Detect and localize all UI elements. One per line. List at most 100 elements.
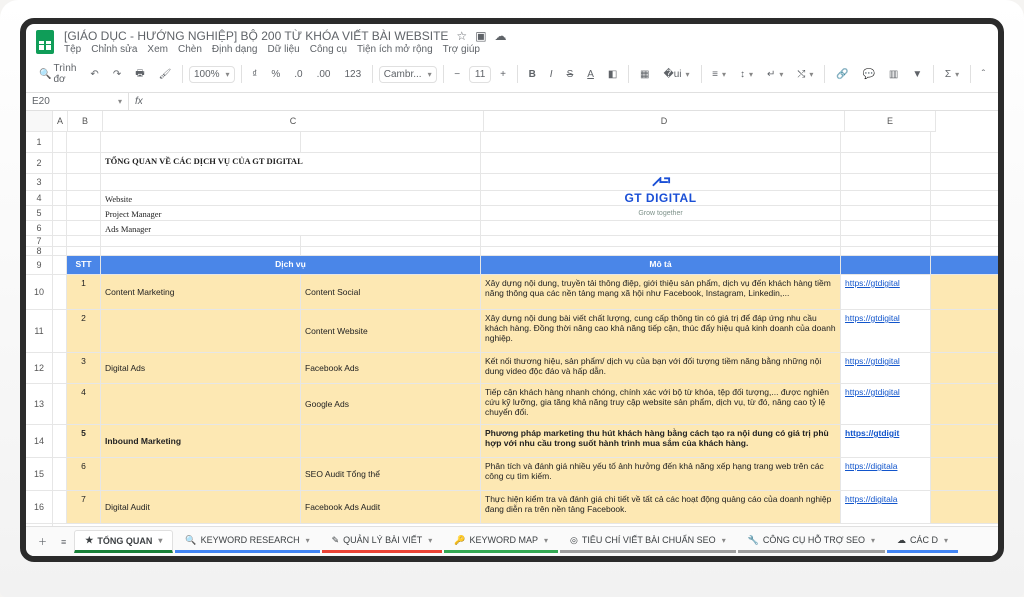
sheet-tab[interactable]: ✎QUẢN LÝ BÀI VIẾT▾ xyxy=(322,530,443,553)
tab-icon: 🔧 xyxy=(748,535,759,546)
number-format-button[interactable]: 123 xyxy=(339,66,366,83)
tab-menu-caret[interactable]: ▾ xyxy=(544,536,548,545)
move-folder-icon[interactable]: ▣ xyxy=(475,29,486,43)
italic-button[interactable]: I xyxy=(545,66,558,83)
cell-link[interactable]: https://digitala xyxy=(845,461,897,471)
tab-menu-caret[interactable]: ▾ xyxy=(428,536,432,545)
table-row[interactable]: 5Inbound MarketingPhương pháp marketing … xyxy=(53,425,998,458)
add-sheet-button[interactable]: ＋ xyxy=(32,531,53,552)
sheet-tab[interactable]: ◎TIÊU CHÍ VIẾT BÀI CHUẨN SEO▾ xyxy=(560,530,736,553)
sheet-tab[interactable]: ★TỔNG QUAN▾ xyxy=(74,530,173,553)
cloud-status-icon[interactable]: ☁ xyxy=(495,29,507,43)
menu-extensions[interactable]: Tiện ích mở rộng xyxy=(357,44,433,55)
page-title: TỔNG QUAN VỀ CÁC DỊCH VỤ CỦA GT DIGITAL xyxy=(101,153,481,173)
cell-desc: Phương pháp marketing thu hút khách hàng… xyxy=(481,425,841,457)
tab-menu-caret[interactable]: ▾ xyxy=(158,536,162,545)
sheet-tab[interactable]: 🔧CÔNG CỤ HỖ TRỢ SEO▾ xyxy=(738,530,885,553)
menu-view[interactable]: Xem xyxy=(147,44,168,55)
tab-menu-caret[interactable]: ▾ xyxy=(722,536,726,545)
cell-desc: Phân tích và đánh giá nhiều yếu tố ảnh h… xyxy=(481,458,841,490)
tab-menu-caret[interactable]: ▾ xyxy=(306,536,310,545)
table-row[interactable]: 3Digital AdsFacebook AdsKết nối thương h… xyxy=(53,353,998,384)
tab-icon: 🔑 xyxy=(454,535,465,546)
sheet-tab[interactable]: 🔍 KEYWORD RESEARCH ▾ xyxy=(175,530,319,553)
menu-help[interactable]: Trợ giúp xyxy=(443,44,480,55)
name-box[interactable]: E20▾ xyxy=(26,93,129,110)
cell-stt: 2 xyxy=(67,310,101,352)
table-row[interactable]: 1Content MarketingContent SocialXây dựng… xyxy=(53,275,998,310)
table-row[interactable]: 2Content WebsiteXây dựng nội dung bài vi… xyxy=(53,310,998,353)
menu-format[interactable]: Định dạng xyxy=(212,44,258,55)
column-headers[interactable]: A B C D E xyxy=(53,111,998,132)
app-icon-sheets[interactable] xyxy=(34,28,56,56)
sheet-tab[interactable]: ☁CÁC D▾ xyxy=(887,530,958,553)
cell-link[interactable]: https://digitala xyxy=(845,494,897,504)
all-sheets-button[interactable]: ≡ xyxy=(55,533,72,551)
decrease-decimal-button[interactable]: .0 xyxy=(289,66,307,83)
cell-link[interactable]: https://gtdigital xyxy=(845,387,900,397)
comment-button[interactable]: 💬 xyxy=(857,66,879,83)
cell-desc: Tiếp cận khách hàng nhanh chóng, chính x… xyxy=(481,384,841,424)
rotate-button[interactable]: ⤭▾ xyxy=(792,66,818,83)
paint-format-button[interactable]: 🖌 xyxy=(154,66,177,83)
strike-button[interactable]: S xyxy=(562,66,579,83)
cell-link[interactable]: https://gtdigital xyxy=(845,356,900,366)
halign-button[interactable]: ≡▾ xyxy=(707,66,731,83)
filter-button[interactable]: ▼ xyxy=(907,66,927,83)
doc-title[interactable]: [GIÁO DỤC - HƯỚNG NGHIỆP] BỘ 200 TỪ KHÓA… xyxy=(64,29,448,43)
search-menu[interactable]: 🔍 Trình đơ xyxy=(34,60,81,88)
select-all-corner[interactable] xyxy=(26,111,52,132)
zoom-select[interactable]: 100% ▾ xyxy=(189,66,235,83)
tab-icon: ★ xyxy=(85,535,93,546)
star-icon[interactable]: ☆ xyxy=(456,29,467,43)
table-row[interactable]: 6SEO Audit Tổng thểPhân tích và đánh giá… xyxy=(53,458,998,491)
tab-icon: 🔍 xyxy=(185,535,196,546)
functions-button[interactable]: Σ ▾ xyxy=(940,66,964,83)
cell-service: Google Ads xyxy=(301,384,481,424)
menu-data[interactable]: Dữ liệu xyxy=(267,44,299,55)
wrap-button[interactable]: ↵▾ xyxy=(762,66,788,83)
merge-button[interactable]: �ui ▾ xyxy=(658,66,694,83)
sheet-tab[interactable]: 🔑KEYWORD MAP▾ xyxy=(444,530,558,553)
font-size[interactable]: 11 xyxy=(469,66,491,83)
currency-button[interactable]: ₫ xyxy=(247,66,262,83)
tab-label: TIÊU CHÍ VIẾT BÀI CHUẨN SEO xyxy=(582,535,716,545)
cell-stt: 6 xyxy=(67,458,101,490)
spreadsheet-grid[interactable]: TỔNG QUAN VỀ CÁC DỊCH VỤ CỦA GT DIGITAL … xyxy=(53,132,998,524)
font-select[interactable]: Cambr... ▾ xyxy=(379,66,437,83)
collapse-toolbar-button[interactable]: ˆ xyxy=(977,66,990,83)
redo-button[interactable]: ↷ xyxy=(108,66,126,83)
tab-menu-caret[interactable]: ▾ xyxy=(944,536,948,545)
chart-button[interactable]: ▥ xyxy=(884,66,903,83)
font-size-plus[interactable]: + xyxy=(495,66,511,83)
cell-desc: Xây dựng nội dung, truyền tải thông điệp… xyxy=(481,275,841,309)
tab-menu-caret[interactable]: ▾ xyxy=(871,536,875,545)
link-button[interactable]: 🔗 xyxy=(831,66,853,83)
tab-label: KEYWORD RESEARCH xyxy=(201,535,300,545)
bold-button[interactable]: B xyxy=(524,66,541,83)
text-color-button[interactable]: A xyxy=(582,66,599,83)
sheet-tabs: ＋ ≡ ★TỔNG QUAN▾🔍KEYWORD RESEARCH▾✎QUẢN L… xyxy=(26,526,998,556)
cell-service xyxy=(301,425,481,457)
cell-link[interactable]: https://gtdigital xyxy=(845,278,900,288)
percent-button[interactable]: % xyxy=(266,66,285,83)
cell-stt: 1 xyxy=(67,275,101,309)
formula-bar-label: fx xyxy=(129,93,149,110)
menu-tools[interactable]: Công cụ xyxy=(310,44,347,55)
cell-link[interactable]: https://gtdigital xyxy=(845,313,900,323)
menu-edit[interactable]: Chỉnh sửa xyxy=(91,44,137,55)
increase-decimal-button[interactable]: .00 xyxy=(312,66,336,83)
valign-button[interactable]: ↕▾ xyxy=(735,66,758,83)
fill-color-button[interactable]: ◧ xyxy=(603,66,622,83)
undo-button[interactable]: ↶ xyxy=(85,66,103,83)
borders-button[interactable]: ▦ xyxy=(635,66,654,83)
cell-link[interactable]: https://gtdigit xyxy=(845,428,899,438)
table-row[interactable]: 7Digital AuditFacebook Ads AuditThực hiệ… xyxy=(53,491,998,524)
menu-file[interactable]: Tệp xyxy=(64,44,81,55)
table-row[interactable]: 4Google AdsTiếp cận khách hàng nhanh chó… xyxy=(53,384,998,425)
menu-insert[interactable]: Chèn xyxy=(178,44,202,55)
print-button[interactable]: 🖶 xyxy=(130,63,149,86)
font-size-minus[interactable]: − xyxy=(449,66,465,83)
main-menu[interactable]: Tệp Chỉnh sửa Xem Chèn Định dạng Dữ liệu… xyxy=(64,44,507,55)
row-headers[interactable]: 12 3 4 5 6 7 8 9 10 11 12 13 14 15 16 xyxy=(26,111,53,526)
